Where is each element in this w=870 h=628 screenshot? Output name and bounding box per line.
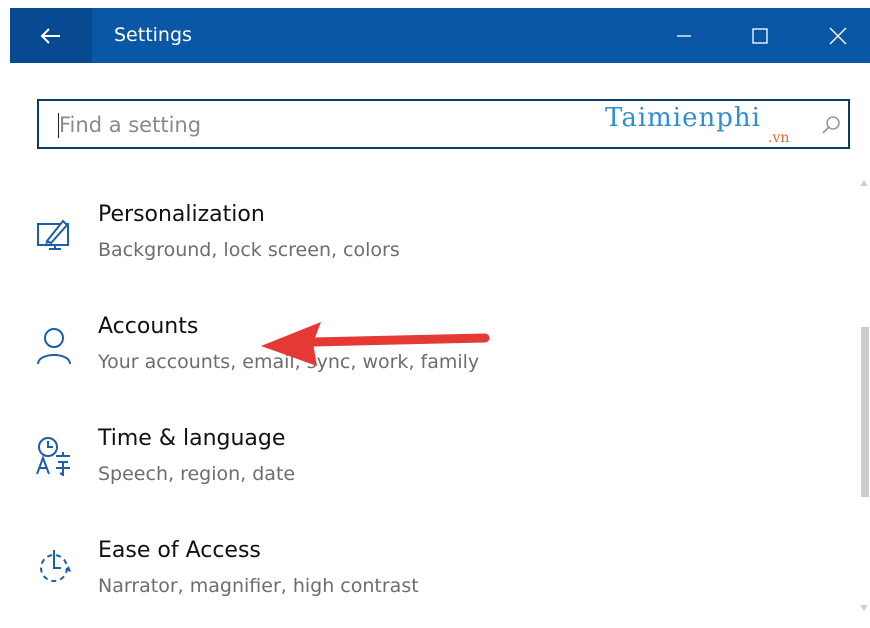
setting-time-language[interactable]: Time & language Speech, region, date [30,416,840,516]
setting-title: Ease of Access [98,538,261,563]
personalization-icon [37,219,69,250]
setting-title: Time & language [98,426,286,451]
top-strip [0,0,870,8]
maximize-button[interactable] [722,8,798,63]
accounts-icon [37,328,71,365]
setting-title: Accounts [98,314,199,339]
scroll-up-icon[interactable] [860,180,868,186]
setting-description: Speech, region, date [98,463,296,485]
setting-accounts[interactable]: Accounts Your accounts, email, sync, wor… [30,304,840,404]
search-icon[interactable] [820,113,844,137]
minimize-icon [677,34,691,37]
setting-ease-of-access[interactable]: Ease of Access Narrator, magnifier, high… [30,528,840,628]
maximize-icon [752,27,768,44]
close-button[interactable] [800,8,870,63]
settings-list: Personalization Background, lock screen,… [0,190,850,615]
back-arrow-icon [40,27,60,44]
search-box[interactable]: Taimienphi .vn [37,99,850,149]
time-language-icon [36,437,70,476]
scroll-thumb[interactable] [861,327,869,497]
setting-title: Personalization [98,202,265,227]
back-button[interactable] [10,8,92,63]
minimize-button[interactable] [646,8,722,63]
title-bar: Settings [10,8,870,63]
watermark-text: Taimienphi [605,103,761,133]
setting-personalization[interactable]: Personalization Background, lock screen,… [30,192,840,292]
scroll-down-icon[interactable] [860,605,868,611]
setting-description: Your accounts, email, sync, work, family [98,351,480,373]
vertical-scrollbar[interactable] [857,180,870,615]
setting-description: Narrator, magnifier, high contrast [98,575,419,597]
ease-of-access-icon [40,550,71,582]
close-icon [829,27,847,44]
search-input[interactable] [59,107,579,143]
watermark-logo: Taimienphi .vn [605,103,805,149]
setting-description: Background, lock screen, colors [98,239,400,261]
watermark-domain: .vn [768,130,790,146]
window-title: Settings [114,24,192,46]
